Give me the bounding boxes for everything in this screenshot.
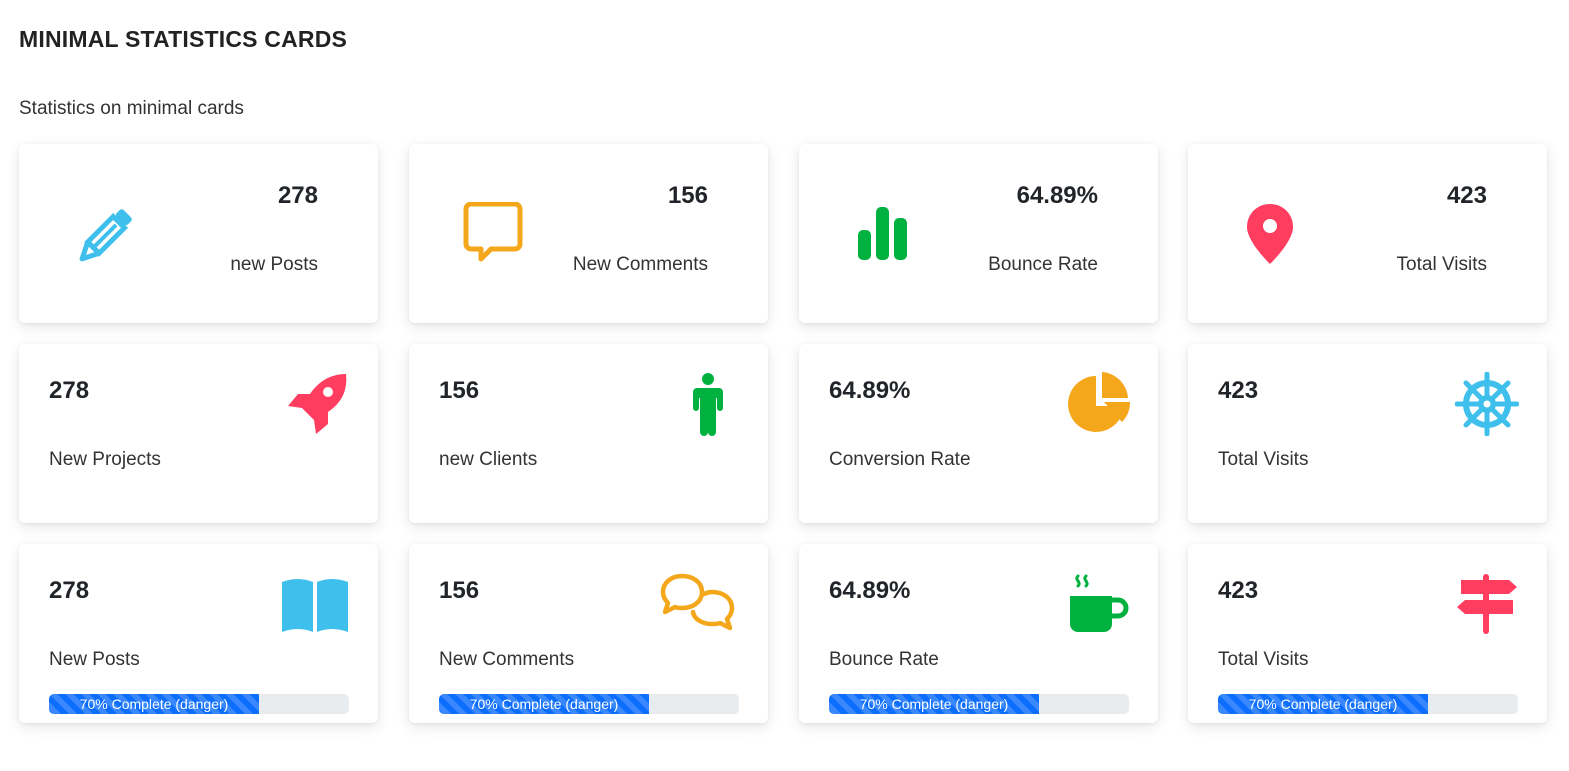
stat-label: New Comments [572,254,708,275]
stat-value: 423 [1218,377,1259,404]
stat-label: Bounce Rate [988,254,1098,275]
pencil-icon [69,202,139,272]
stat-label: Conversion Rate [829,449,971,470]
stat-label: New Comments [439,649,575,670]
stat-card-new-projects: 278 New Projects [19,344,378,523]
stat-value: 64.89% [1016,182,1098,209]
stat-value: 156 [439,377,480,404]
stat-label: New Posts [49,649,140,670]
stat-card-total-visits: 423 Total Visits [1188,144,1547,323]
stat-card-new-posts-progress: 278 New Posts 70% Complete (danger) [19,544,378,723]
progress-track: 70% Complete (danger) [1218,694,1518,714]
stat-label: new Posts [230,254,318,275]
map-pin-icon [1238,202,1308,272]
progress-track: 70% Complete (danger) [439,694,739,714]
progress-bar: 70% Complete (danger) [829,694,1039,714]
rocket-icon [286,372,350,436]
stat-label: Total Visits [1218,649,1309,670]
progress-bar: 70% Complete (danger) [1218,694,1428,714]
stat-card-new-clients: 156 new Clients [409,344,768,523]
stat-card-total-visits-progress: 423 Total Visits 70% Complete (danger) [1188,544,1547,723]
stat-value: 156 [667,182,708,209]
stat-value: 278 [49,377,90,404]
person-icon [676,372,740,436]
stat-value: 64.89% [829,577,911,604]
page-title: MINIMAL STATISTICS CARDS [19,26,348,52]
speech-bubble-icon [459,202,529,272]
stat-value: 156 [439,577,480,604]
chat-bubbles-icon [660,572,740,636]
stat-label: new Clients [439,449,538,470]
stat-value: 423 [1218,577,1259,604]
stat-card-bounce-rate-progress: 64.89% Bounce Rate 70% Complete (danger) [799,544,1158,723]
bar-chart-icon [849,202,919,272]
stat-label: Total Visits [1218,449,1309,470]
pie-chart-icon [1066,372,1130,436]
progress-bar: 70% Complete (danger) [49,694,259,714]
stat-card-total-visits-2: 423 Total Visits [1188,344,1547,523]
book-icon [282,572,350,636]
progress-track: 70% Complete (danger) [829,694,1129,714]
page-subtitle: Statistics on minimal cards [19,98,244,119]
stat-card-new-comments: 156 New Comments [409,144,768,323]
stat-card-new-comments-progress: 156 New Comments 70% Complete (danger) [409,544,768,723]
stat-value: 278 [49,577,90,604]
signpost-icon [1455,572,1519,636]
stat-card-conversion-rate: 64.89% Conversion Rate [799,344,1158,523]
ship-wheel-icon [1455,372,1519,436]
stat-card-new-posts: 278 new Posts [19,144,378,323]
stat-card-bounce-rate: 64.89% Bounce Rate [799,144,1158,323]
stat-label: Total Visits [1396,254,1487,275]
stat-value: 278 [277,182,318,209]
stat-value: 423 [1446,182,1487,209]
stat-label: New Projects [49,449,161,470]
stat-label: Bounce Rate [829,649,939,670]
coffee-cup-icon [1066,572,1130,636]
progress-track: 70% Complete (danger) [49,694,349,714]
progress-bar: 70% Complete (danger) [439,694,649,714]
stat-value: 64.89% [829,377,911,404]
